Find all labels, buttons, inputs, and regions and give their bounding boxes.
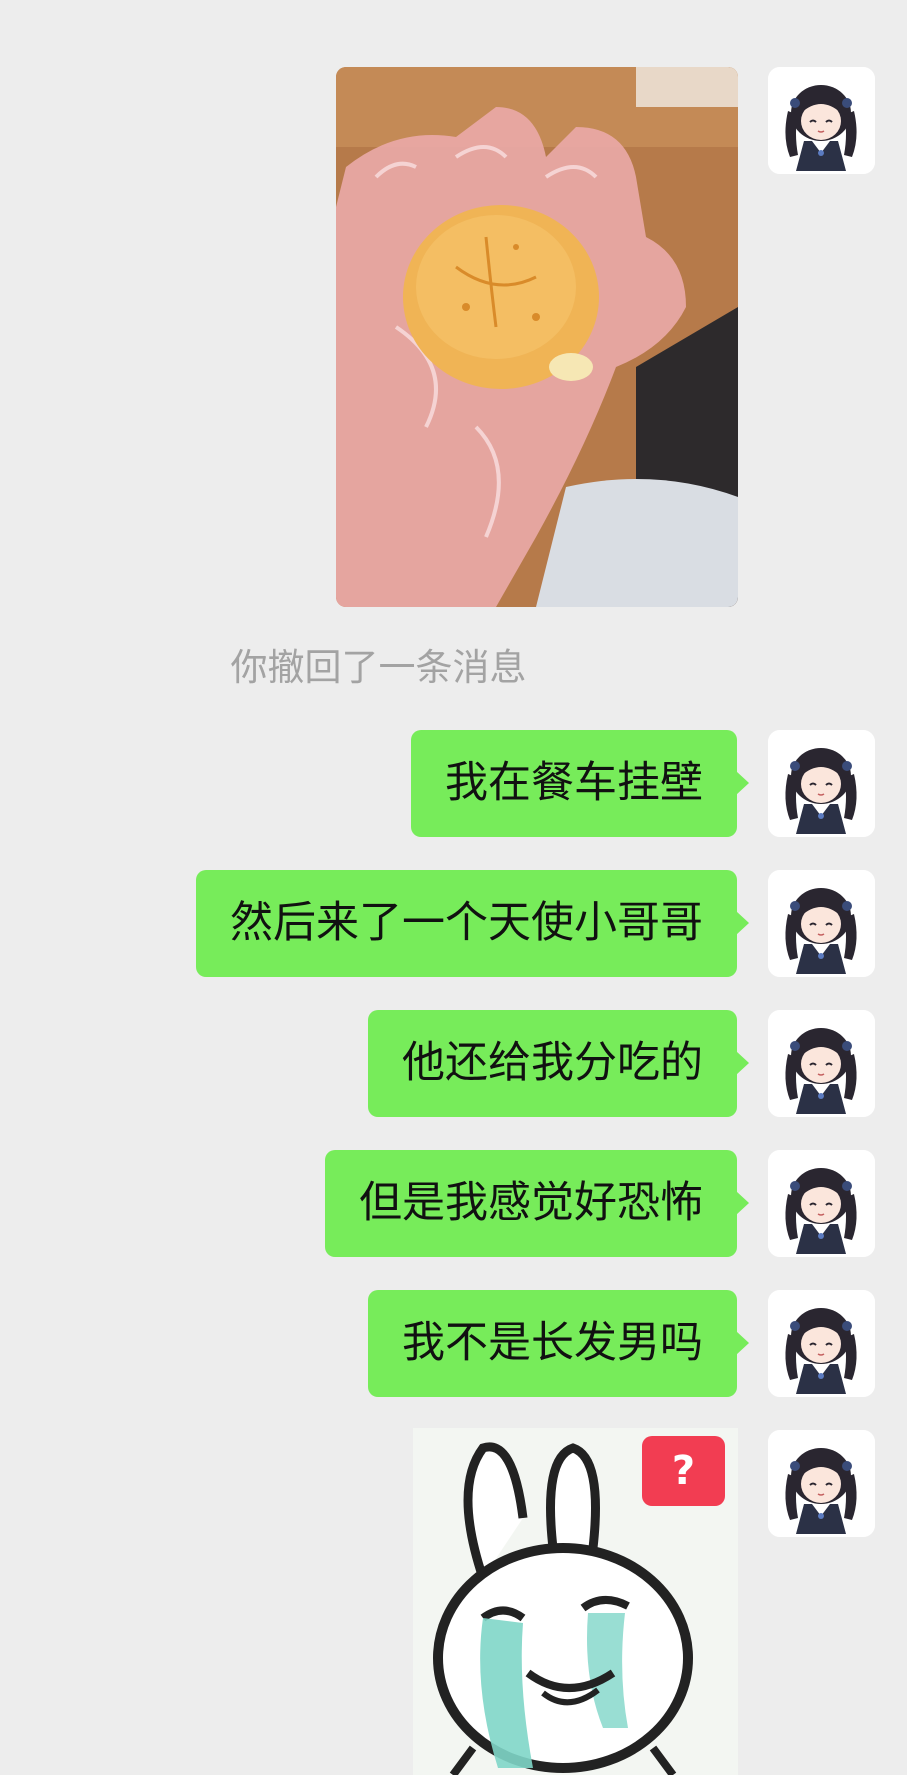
anime-girl-avatar-icon	[768, 1430, 875, 1537]
anime-girl-avatar-icon	[768, 730, 875, 837]
bubble-tail	[736, 771, 749, 795]
avatar[interactable]	[768, 1150, 875, 1257]
bread-in-gloved-hand-photo	[336, 67, 738, 607]
avatar[interactable]	[768, 67, 875, 174]
anime-girl-avatar-icon	[768, 1010, 875, 1117]
avatar[interactable]	[768, 1290, 875, 1397]
message-text: 然后来了一个天使小哥哥	[230, 898, 703, 948]
avatar[interactable]	[768, 1010, 875, 1117]
message-bubble[interactable]: 但是我感觉好恐怖	[325, 1150, 749, 1257]
avatar[interactable]	[768, 730, 875, 837]
bubble-tail	[736, 1331, 749, 1355]
anime-girl-avatar-icon	[768, 67, 875, 174]
avatar[interactable]	[768, 1430, 875, 1537]
bubble-tail	[736, 911, 749, 935]
anime-girl-avatar-icon	[768, 1290, 875, 1397]
sticker-message[interactable]: ?	[413, 1428, 738, 1775]
message-text: 但是我感觉好恐怖	[359, 1178, 703, 1228]
message-bubble[interactable]: 我在餐车挂壁	[411, 730, 749, 837]
anime-girl-avatar-icon	[768, 870, 875, 977]
avatar[interactable]	[768, 870, 875, 977]
anime-girl-avatar-icon	[768, 1150, 875, 1257]
recall-notice[interactable]: 你撤回了一条消息	[0, 646, 907, 690]
question-mark-badge: ?	[642, 1436, 725, 1506]
message-bubble[interactable]: 我不是长发男吗	[368, 1290, 749, 1397]
bubble-tail	[736, 1191, 749, 1215]
message-bubble[interactable]: 他还给我分吃的	[368, 1010, 749, 1117]
message-bubble[interactable]: 然后来了一个天使小哥哥	[196, 870, 749, 977]
message-text: 我在餐车挂壁	[445, 758, 703, 808]
shared-photo[interactable]	[336, 67, 738, 607]
message-text: 我不是长发男吗	[402, 1318, 703, 1368]
bubble-tail	[736, 1051, 749, 1075]
message-text: 他还给我分吃的	[402, 1038, 703, 1088]
